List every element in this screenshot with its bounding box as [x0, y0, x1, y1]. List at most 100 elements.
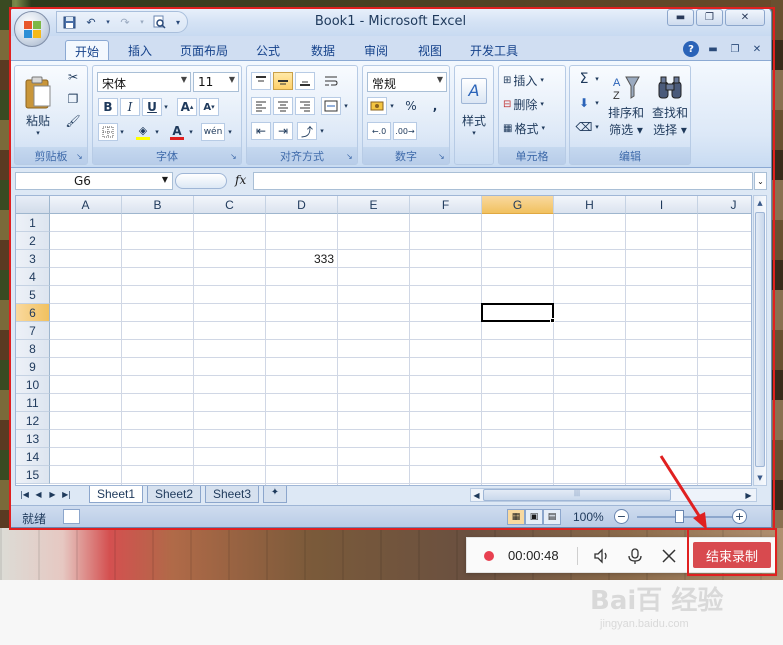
cut-icon[interactable]: ✂ [63, 68, 83, 86]
column-header[interactable]: F [410, 196, 482, 214]
format-painter-icon[interactable]: 🖌 [63, 112, 83, 130]
decrease-indent-icon[interactable]: ⇤ [251, 122, 271, 140]
microphone-icon[interactable] [624, 545, 646, 567]
font-launcher-icon[interactable]: ↘ [230, 152, 239, 161]
increase-decimal-icon[interactable]: ←.0 [367, 122, 391, 140]
normal-view-icon[interactable]: ▦ [507, 509, 525, 525]
row-header[interactable]: 13 [16, 430, 50, 448]
merge-center-icon[interactable] [321, 97, 341, 115]
prev-sheet-icon[interactable]: ◀ [33, 488, 44, 501]
row-header[interactable]: 2 [16, 232, 50, 250]
cell-value[interactable]: 333 [266, 252, 334, 266]
tab-formulas[interactable]: 公式 [248, 40, 288, 60]
currency-icon[interactable] [367, 97, 387, 115]
row-header[interactable]: 6 [16, 304, 50, 322]
insert-function-button[interactable]: fx [235, 173, 246, 187]
column-header[interactable]: B [122, 196, 194, 214]
currency-dropdown-icon[interactable]: ▾ [387, 97, 397, 115]
scroll-down-icon[interactable]: ▼ [754, 471, 766, 485]
vertical-scroll-thumb[interactable] [755, 212, 765, 467]
column-header[interactable]: I [626, 196, 698, 214]
row-header[interactable]: 5 [16, 286, 50, 304]
column-header[interactable]: C [194, 196, 266, 214]
horizontal-scroll-thumb[interactable]: ||| [483, 489, 671, 501]
scroll-right-icon[interactable]: ▶ [743, 489, 754, 502]
insert-cells-button[interactable]: ⊞ 插入 ▾ [503, 71, 544, 89]
scroll-up-icon[interactable]: ▲ [754, 196, 766, 210]
font-color-dropdown-icon[interactable]: ▾ [186, 123, 196, 141]
border-icon[interactable] [98, 123, 118, 141]
formula-input[interactable] [253, 172, 753, 190]
tab-home[interactable]: 开始 [65, 40, 109, 60]
tab-review[interactable]: 审阅 [356, 40, 396, 60]
column-header[interactable]: J [698, 196, 751, 214]
clipboard-launcher-icon[interactable]: ↘ [76, 152, 85, 161]
align-bottom-icon[interactable] [295, 72, 315, 90]
fill-dropdown-icon[interactable]: ▾ [592, 94, 602, 112]
scroll-left-icon[interactable]: ◀ [471, 489, 482, 502]
first-sheet-icon[interactable]: |◀ [19, 488, 30, 501]
phonetic-dropdown-icon[interactable]: ▾ [225, 123, 235, 141]
tab-view[interactable]: 视图 [410, 40, 450, 60]
column-header[interactable]: D [266, 196, 338, 214]
underline-dropdown-icon[interactable]: ▾ [161, 98, 171, 116]
expand-formula-bar-icon[interactable]: ⌄ [754, 172, 767, 190]
border-dropdown-icon[interactable]: ▾ [117, 123, 127, 141]
office-button[interactable] [14, 11, 50, 47]
comma-button[interactable]: , [425, 97, 445, 115]
format-cells-button[interactable]: ▦ 格式 ▾ [503, 119, 545, 137]
grow-font-icon[interactable]: A ▴ [177, 98, 197, 116]
clear-dropdown-icon[interactable]: ▾ [592, 118, 602, 136]
macro-record-icon[interactable] [63, 509, 80, 524]
sheet-tab-3[interactable]: Sheet3 [205, 486, 259, 503]
italic-button[interactable]: I [120, 98, 140, 116]
row-header[interactable]: 10 [16, 376, 50, 394]
tab-developer[interactable]: 开发工具 [462, 40, 526, 60]
clear-icon[interactable]: ⌫ [574, 118, 594, 136]
row-header[interactable]: 7 [16, 322, 50, 340]
page-break-view-icon[interactable]: ▤ [543, 509, 561, 525]
minimize-button[interactable]: ▬ [667, 9, 694, 26]
font-size-combo[interactable]: 11 ▼ [193, 72, 239, 92]
paste-button[interactable]: 粘贴 ▾ [19, 70, 57, 142]
active-cell[interactable] [481, 303, 554, 322]
zoom-level[interactable]: 100% [573, 510, 604, 524]
workbook-minimize-icon[interactable]: ▬ [705, 41, 721, 57]
sort-filter-button[interactable]: AZ 排序和 筛选 ▾ [606, 68, 646, 144]
row-header[interactable]: 8 [16, 340, 50, 358]
align-center-icon[interactable] [273, 97, 293, 115]
number-format-combo[interactable]: 常规 ▼ [367, 72, 447, 92]
workbook-restore-icon[interactable]: ❐ [727, 41, 743, 57]
help-icon[interactable]: ? [683, 41, 699, 57]
last-sheet-icon[interactable]: ▶| [61, 488, 72, 501]
column-header[interactable]: E [338, 196, 410, 214]
row-header[interactable]: 11 [16, 394, 50, 412]
fill-handle[interactable] [550, 318, 555, 323]
row-header[interactable]: 1 [16, 214, 50, 232]
autosum-dropdown-icon[interactable]: ▾ [592, 70, 602, 88]
next-sheet-icon[interactable]: ▶ [47, 488, 58, 501]
close-recorder-icon[interactable] [658, 545, 680, 567]
merge-dropdown-icon[interactable]: ▾ [341, 97, 351, 115]
percent-button[interactable]: % [401, 97, 421, 115]
align-top-icon[interactable] [251, 72, 271, 90]
zoom-in-button[interactable]: + [732, 509, 747, 524]
fill-color-dropdown-icon[interactable]: ▾ [152, 123, 162, 141]
row-header[interactable]: 3 [16, 250, 50, 268]
fill-color-icon[interactable]: ◈ [133, 123, 153, 141]
tab-data[interactable]: 数据 [303, 40, 343, 60]
column-header[interactable]: G [482, 196, 554, 214]
align-left-icon[interactable] [251, 97, 271, 115]
font-name-combo[interactable]: 宋体 ▼ [97, 72, 191, 92]
row-header[interactable]: 14 [16, 448, 50, 466]
close-button[interactable]: ✕ [725, 9, 765, 26]
find-select-button[interactable]: 查找和 选择 ▾ [650, 68, 690, 144]
increase-indent-icon[interactable]: ⇥ [273, 122, 293, 140]
column-header[interactable]: H [554, 196, 626, 214]
sheet-tab-2[interactable]: Sheet2 [147, 486, 201, 503]
speaker-icon[interactable] [591, 545, 613, 567]
bold-button[interactable]: B [98, 98, 118, 116]
phonetic-icon[interactable]: wén [201, 123, 225, 141]
fill-icon[interactable]: ⬇ [574, 94, 594, 112]
align-middle-icon[interactable] [273, 72, 293, 90]
